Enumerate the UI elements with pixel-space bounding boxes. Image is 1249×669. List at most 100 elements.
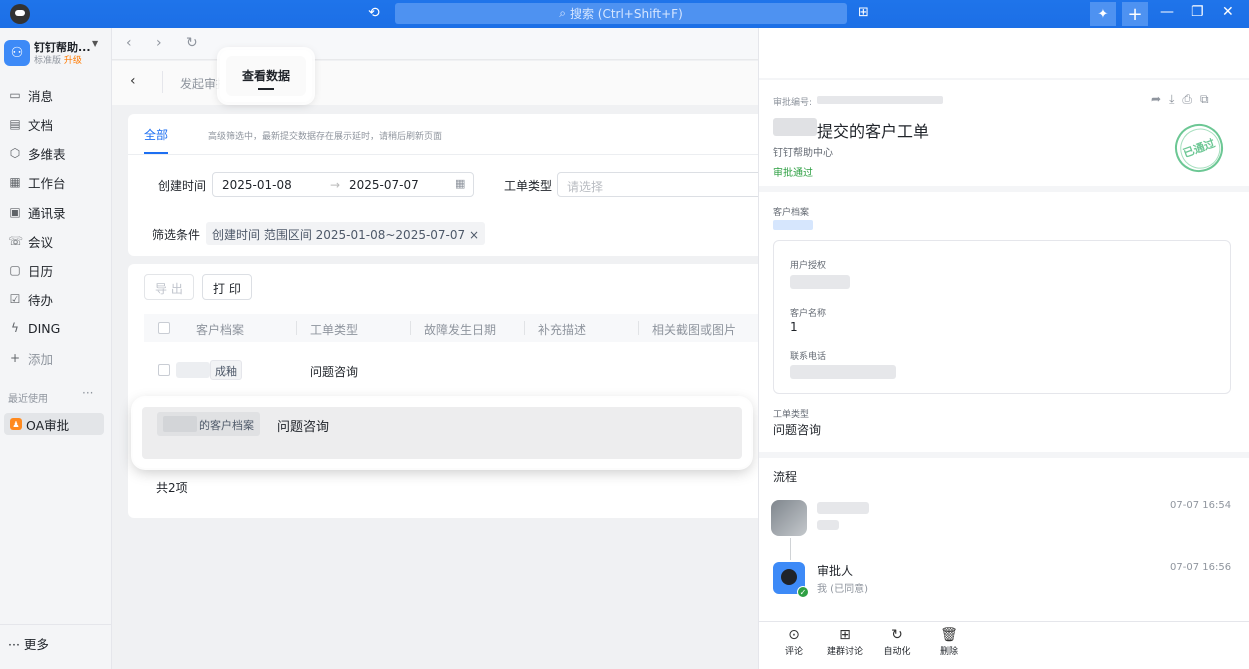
sidebar-item-workbench[interactable]: ▦ 工作台 [8,170,104,194]
comment-button[interactable]: ⊙ 评论 [772,627,816,657]
highlighted-table-row[interactable]: 的客户档案 问题咨询 [133,398,751,468]
approval-title: 提交的客户工单 [817,122,930,141]
dingtalk-logo-icon [10,4,30,24]
more-options-icon[interactable]: ··· [82,386,93,400]
row-checkbox[interactable] [158,364,170,376]
date-end[interactable]: 2025-07-07 [349,178,419,192]
column-header[interactable]: 补充描述 [538,321,586,338]
date-range-picker[interactable]: 2025-01-08 → 2025-07-07 ▦ [212,172,474,197]
calendar-icon: ▦ [455,177,466,190]
plus-icon[interactable]: + [1122,2,1148,26]
detail-panel: 审批编号: ➦⤓⎙⧉ 提交的客户工单 钉钉帮助中心 审批通过 已通过 客户档案 … [758,28,1249,669]
restore-icon[interactable]: ❐ [1191,4,1204,20]
date-start[interactable]: 2025-01-08 [222,178,292,192]
refresh-icon[interactable]: ↻ [186,35,198,51]
caret-down-icon: ▼ [92,39,99,48]
export-button[interactable]: 导 出 [144,274,194,300]
main-content: ‹ › ↻ ‹ 发起审批 全部 高级筛选中，最新提交数据存在展示延时，请稍后刷新… [112,28,758,669]
close-icon[interactable]: ✕ [1222,4,1234,20]
flow-time: 07-07 16:56 [1170,562,1232,573]
ticket-type-select[interactable]: 请选择 [557,172,758,197]
redacted-text [163,416,197,432]
oa-approval-icon: ♟ [10,418,22,430]
meeting-icon: ☏ [8,234,24,248]
approval-no-label: 审批编号: [773,98,813,108]
table-row[interactable]: 成釉 问题咨询 [144,350,758,390]
delete-button[interactable]: 🗑 删除 [927,627,971,657]
ticket-type-value: 问题咨询 [773,423,822,437]
redacted-text [790,365,896,379]
group-discussion-button[interactable]: ⊞ 建群讨论 [823,627,867,657]
process-section: 流程 07-07 16:54 ✓ 审批人 我 (已同意) 07-07 16:56 [759,458,1249,621]
search-icon: ⌕ [559,6,566,20]
cube-icon: ⬡ [9,146,21,160]
delete-icon: 🗑 [940,627,958,643]
tab-view-data-label: 查看数据 [241,69,290,83]
column-separator [410,321,411,335]
filter-card: 全部 高级筛选中，最新提交数据存在展示延时，请稍后刷新页面 创建时间 2025-… [128,114,758,256]
nav-forward-icon[interactable]: › [156,35,162,51]
minimize-icon[interactable]: — [1160,4,1174,20]
share-icon[interactable]: ➦ [1151,92,1169,106]
column-header[interactable]: 工单类型 [310,321,358,338]
phone-label: 联系电话 [790,352,827,362]
copy-icon[interactable]: ⧉ [1200,92,1217,106]
org-logo-icon: ⚇ [4,40,30,66]
browser-nav: ‹ › ↻ [112,28,758,60]
total-count: 共2项 [156,481,188,495]
sidebar-item-meeting[interactable]: ☏ 会议 [8,229,104,253]
filter-chip[interactable]: 创建时间 范围区间 2025-01-08~2025-07-07 × [206,222,486,245]
data-table-card: 导 出 打 印 客户档案 工单类型 故障发生日期 补充描述 相关截图或图片 成釉… [128,264,758,518]
redacted-text [773,118,817,136]
tab-view-data[interactable]: 查看数据 [220,50,312,102]
column-header[interactable]: 相关截图或图片 [652,321,736,338]
customer-file-tag[interactable]: 的客户档案 [157,412,260,436]
more-dots-icon: ··· [8,637,20,652]
sidebar-item-docs[interactable]: ▤ 文档 [8,112,104,136]
workbench-icon: ▦ [9,175,21,189]
download-icon[interactable]: ⤓ [1169,92,1182,106]
todo-icon: ☑ [9,292,21,306]
history-icon[interactable]: ⟲ [368,5,380,21]
print-button[interactable]: 打 印 [202,274,252,300]
sidebar-more-button[interactable]: ··· 更多 [8,634,49,653]
approval-summary: 审批编号: ➦⤓⎙⧉ 提交的客户工单 钉钉帮助中心 审批通过 已通过 [759,80,1249,186]
grid-add-icon[interactable]: ⊞ [858,5,869,20]
upgrade-link[interactable]: 升级 [64,56,82,66]
org-switcher[interactable]: ⚇ 钉钉帮助... 标准版 升级 ▼ [4,38,108,68]
sidebar-item-oa-approval[interactable]: ♟ OA审批 [4,413,104,435]
sidebar-item-multitable[interactable]: ⬡ 多维表 [8,141,104,165]
redacted-text [790,275,850,289]
sidebar-item-add[interactable]: + 添加 [8,346,104,370]
ticket-type-label: 工单类型 [504,179,553,193]
title-bar: ⟲ ⌕ 搜索 (Ctrl+Shift+F) ⊞ ✦ + — ❐ ✕ [0,0,1249,28]
magic-wand-icon[interactable]: ✦ [1090,2,1116,26]
left-sidebar: ⚇ 钉钉帮助... 标准版 升级 ▼ ▭ 消息 ▤ 文档 ⬡ 多维表 ▦ 工作台 ▣ 通讯… [0,28,112,669]
tab-all[interactable]: 全部 [144,126,168,143]
comment-icon: ⊙ [788,627,800,643]
sidebar-item-todo[interactable]: ☑ 待办 [8,287,104,311]
nav-back-icon[interactable]: ‹ [126,35,132,51]
org-edition: 标准版 升级 [34,56,82,66]
global-search-input[interactable]: ⌕ 搜索 (Ctrl+Shift+F) [395,3,847,24]
column-header[interactable]: 客户档案 [196,321,244,338]
customer-tag[interactable]: 成釉 [210,360,242,380]
approver-label: 审批人 [817,564,854,578]
group-chat-icon: ⊞ [839,627,851,643]
back-icon[interactable]: ‹ [130,73,136,89]
automation-button[interactable]: ↻ 自动化 [875,627,919,657]
column-separator [524,321,525,335]
divider [128,154,758,155]
select-all-checkbox[interactable] [158,322,170,334]
sidebar-item-ding[interactable]: ϟ DING [8,316,104,340]
customer-file-link[interactable] [773,220,813,230]
column-separator [638,321,639,335]
print-icon[interactable]: ⎙ [1182,92,1200,106]
filter-conditions-label: 筛选条件 [152,228,201,242]
sidebar-item-contacts[interactable]: ▣ 通讯录 [8,200,104,224]
column-header[interactable]: 故障发生日期 [424,321,496,338]
filter-hint: 高级筛选中，最新提交数据存在展示延时，请稍后刷新页面 [208,132,443,142]
sidebar-item-calendar[interactable]: ▢ 日历 [8,258,104,282]
sidebar-item-messages[interactable]: ▭ 消息 [8,83,104,107]
form-fields: 客户档案 用户授权 客户名称 1 联系电话 工单类型 问题咨询 [759,192,1249,452]
